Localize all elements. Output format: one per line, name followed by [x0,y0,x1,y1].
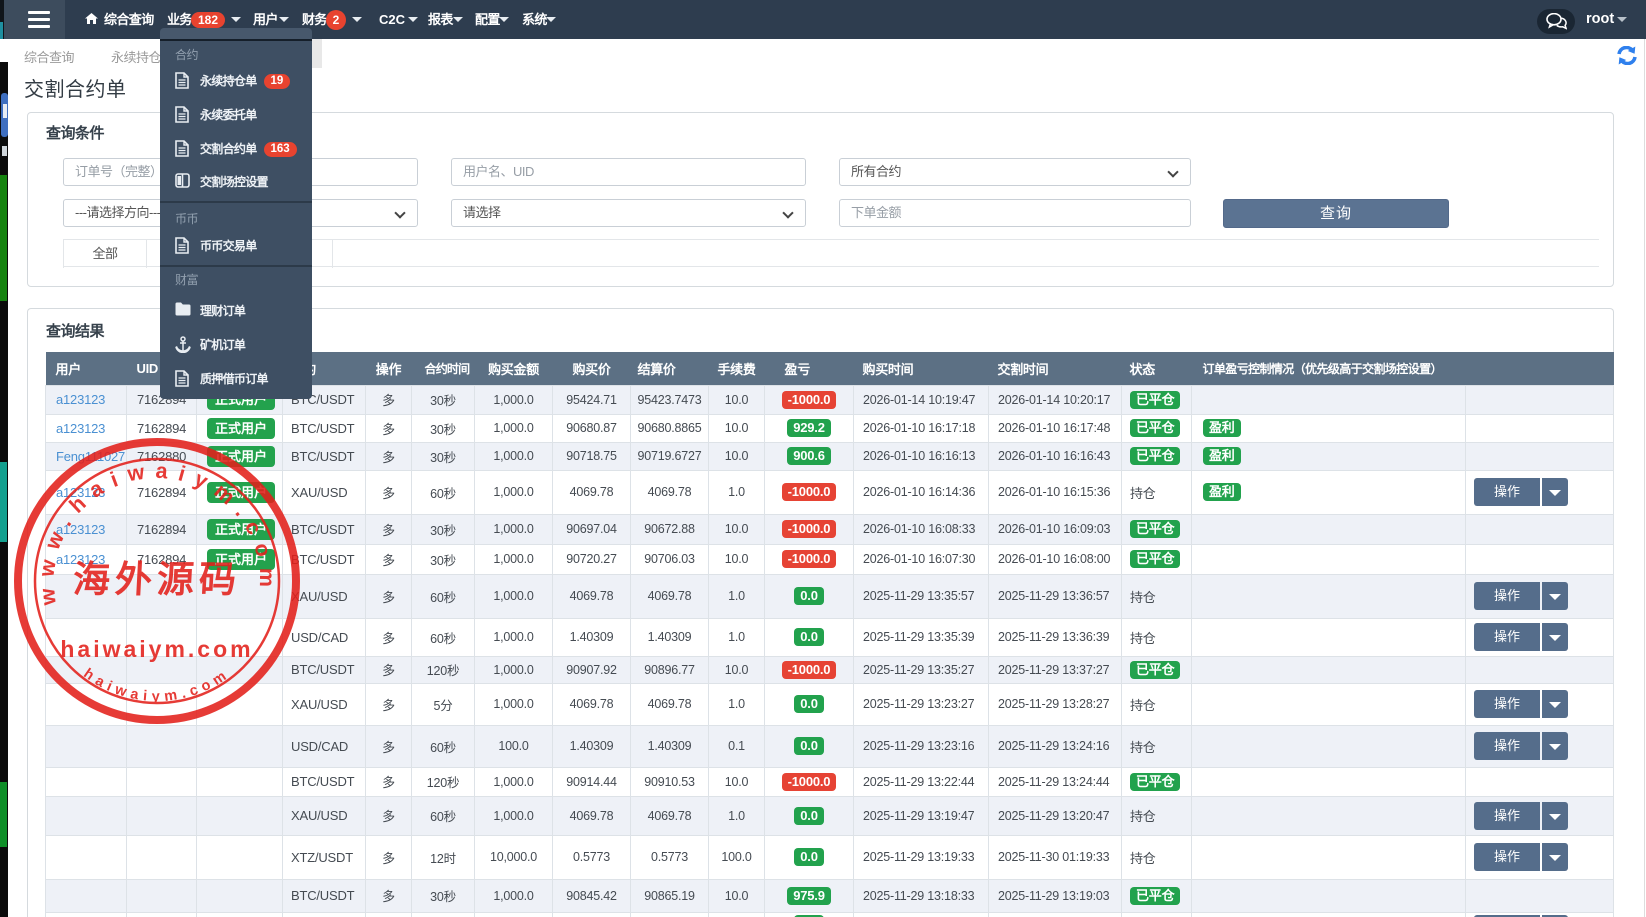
svg-text:haiwaiym.com: haiwaiym.com [81,666,234,705]
svg-text:海外源码: 海外源码 [72,559,242,601]
svg-text:haiwaiym.com: haiwaiym.com [60,636,253,662]
